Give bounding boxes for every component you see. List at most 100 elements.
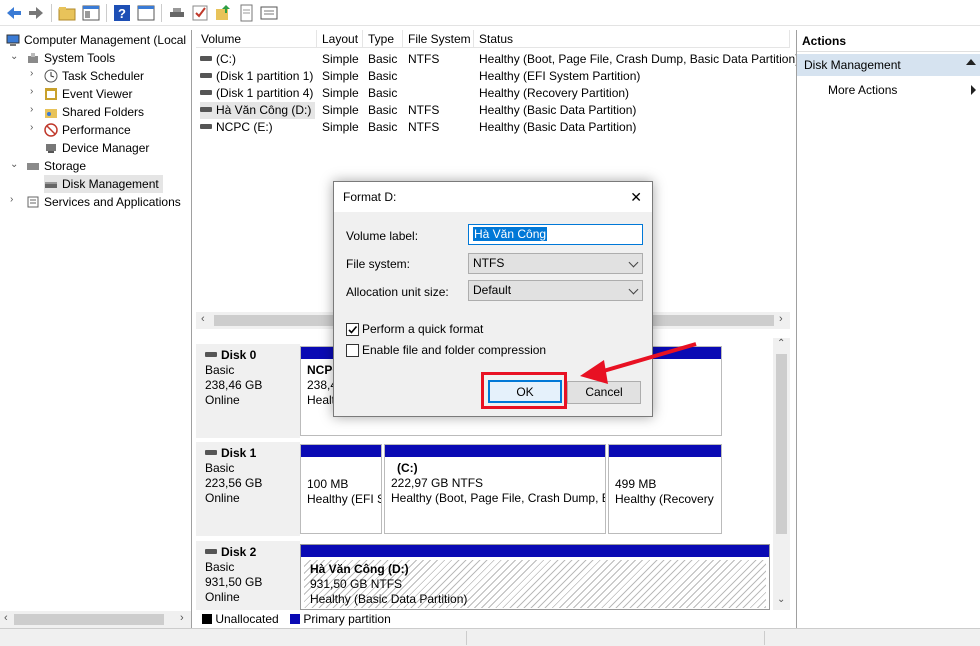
collapse-chevron-icon[interactable]: › xyxy=(30,104,33,115)
table-cell: Simple xyxy=(322,69,359,83)
table-cell: Healthy (Basic Data Partition) xyxy=(479,120,637,134)
table-cell: NTFS xyxy=(408,120,440,134)
tree-item-task-scheduler[interactable]: Task Scheduler xyxy=(44,67,144,85)
legend: Unallocated Primary partition xyxy=(196,610,790,628)
tree-item-services-apps[interactable]: Services and Applications xyxy=(26,193,181,211)
expand-chevron-icon[interactable]: ⌄ xyxy=(10,159,18,170)
column-header-type[interactable]: Type xyxy=(363,30,403,48)
table-cell: Simple xyxy=(322,52,359,66)
partition-c[interactable]: (C:) 222,97 GB NTFS Healthy (Boot, Page … xyxy=(384,444,606,534)
dialog-titlebar: Format D: ✕ xyxy=(334,182,652,212)
table-cell: Simple xyxy=(322,103,359,117)
partition-d-selected[interactable]: Hà Văn Công (D:) 931,50 GB NTFS Healthy … xyxy=(300,544,770,610)
volume-label-input[interactable]: Hà Văn Công xyxy=(468,224,643,245)
properties-icon[interactable] xyxy=(136,3,156,23)
table-cell: Basic xyxy=(368,103,398,117)
column-header-file-system[interactable]: File System xyxy=(403,30,474,48)
ok-button[interactable]: OK xyxy=(488,380,562,403)
partition-status: Healthy (Basic Data Partition) xyxy=(310,592,468,606)
disk-0-label[interactable]: Disk 0 Basic 238,46 GB Online xyxy=(196,344,300,438)
disk-vscrollbar[interactable]: ⌃ ⌄ xyxy=(773,338,790,610)
disk-size: 931,50 GB xyxy=(205,575,263,589)
submenu-arrow-icon[interactable] xyxy=(971,85,976,95)
more-actions-link[interactable]: More Actions xyxy=(828,83,897,97)
chevron-down-icon xyxy=(628,284,639,295)
drive-icon xyxy=(200,90,212,95)
scroll-up-icon[interactable]: ⌃ xyxy=(777,338,785,349)
checkbox-checked[interactable] xyxy=(346,323,359,336)
partition-size: 100 MB xyxy=(307,477,349,491)
view-icon[interactable] xyxy=(259,3,279,23)
scroll-thumb[interactable] xyxy=(14,614,164,625)
table-cell: NTFS xyxy=(408,103,440,117)
scroll-down-icon[interactable]: ⌄ xyxy=(777,594,785,605)
tree-item-system-tools[interactable]: System Tools xyxy=(26,49,115,67)
table-row-volume[interactable]: (Disk 1 partition 4) xyxy=(200,85,313,102)
allocation-unit-label: Allocation unit size: xyxy=(346,285,449,299)
disk-2-label[interactable]: Disk 2 Basic 931,50 GB Online xyxy=(196,541,300,610)
compression-checkbox[interactable]: Enable file and folder compression xyxy=(346,343,546,357)
actions-header: Actions xyxy=(797,30,980,52)
connect-drive-icon[interactable] xyxy=(167,3,187,23)
forward-arrow-icon[interactable] xyxy=(26,3,46,23)
tree-item-event-viewer[interactable]: Event Viewer xyxy=(44,85,132,103)
collapse-up-icon[interactable] xyxy=(966,59,976,65)
scroll-left-icon[interactable]: ‹ xyxy=(201,313,205,325)
partition-efi[interactable]: 100 MB Healthy (EFI S xyxy=(300,444,382,534)
partition-status: Healthy (Boot, Page File, Crash Dump, E xyxy=(391,491,605,505)
help-icon[interactable]: ? xyxy=(112,3,132,23)
table-cell: NTFS xyxy=(408,52,440,66)
computer-icon xyxy=(6,33,20,47)
tree-item-disk-management[interactable]: Disk Management xyxy=(44,175,163,193)
collapse-chevron-icon[interactable]: › xyxy=(30,122,33,133)
console-tree-icon[interactable] xyxy=(81,3,101,23)
tree-item-storage[interactable]: Storage xyxy=(26,157,86,175)
disk-state: Online xyxy=(205,393,240,407)
column-header-volume[interactable]: Volume xyxy=(196,30,317,48)
tree-item-performance[interactable]: Performance xyxy=(44,121,131,139)
back-arrow-icon[interactable] xyxy=(4,3,24,23)
column-header-layout[interactable]: Layout xyxy=(317,30,363,48)
scroll-thumb[interactable] xyxy=(776,354,787,534)
table-row-volume[interactable]: NCPC (E:) xyxy=(200,119,273,136)
clock-icon xyxy=(44,69,58,83)
tree-item-shared-folders[interactable]: Shared Folders xyxy=(44,103,144,121)
scroll-right-icon[interactable]: › xyxy=(779,313,783,325)
check-icon[interactable] xyxy=(190,3,210,23)
disk-1-label[interactable]: Disk 1 Basic 223,56 GB Online xyxy=(196,442,300,536)
partition-recovery[interactable]: 499 MB Healthy (Recovery xyxy=(608,444,722,534)
dialog-title: Format D: xyxy=(343,190,397,204)
chevron-down-icon xyxy=(628,257,639,268)
tree-hscrollbar[interactable]: ‹ › xyxy=(0,611,191,628)
disk-icon xyxy=(205,450,217,455)
close-icon[interactable]: ✕ xyxy=(630,182,642,212)
file-system-select[interactable]: NTFS xyxy=(468,253,643,274)
expand-chevron-icon[interactable]: ⌄ xyxy=(10,51,18,62)
quick-format-checkbox[interactable]: Perform a quick format xyxy=(346,322,483,336)
disk-icon xyxy=(205,549,217,554)
table-row-volume[interactable]: (C:) xyxy=(200,51,236,68)
document-icon[interactable] xyxy=(236,3,256,23)
tree-root[interactable]: Computer Management (Local xyxy=(6,31,186,49)
actions-section-disk-management[interactable]: Disk Management xyxy=(797,54,980,76)
collapse-chevron-icon[interactable]: › xyxy=(30,86,33,97)
export-icon[interactable] xyxy=(213,3,233,23)
collapse-chevron-icon[interactable]: › xyxy=(10,194,13,205)
unallocated-swatch xyxy=(202,614,212,624)
allocation-unit-select[interactable]: Default xyxy=(468,280,643,301)
table-row-volume-selected[interactable]: Hà Văn Công (D:) xyxy=(200,102,316,119)
table-cell: Basic xyxy=(368,120,398,134)
table-cell: Basic xyxy=(368,52,398,66)
up-folder-icon[interactable] xyxy=(57,3,77,23)
checkbox-unchecked[interactable] xyxy=(346,344,359,357)
actions-pane: Actions Disk Management More Actions xyxy=(796,30,980,628)
disk-state: Online xyxy=(205,590,240,604)
collapse-chevron-icon[interactable]: › xyxy=(30,68,33,79)
column-header-status[interactable]: Status xyxy=(474,30,790,48)
disk-size: 223,56 GB xyxy=(205,476,263,490)
table-row-volume[interactable]: (Disk 1 partition 1) xyxy=(200,68,313,85)
table-cell: Simple xyxy=(322,86,359,100)
tree-item-device-manager[interactable]: Device Manager xyxy=(44,139,149,157)
partition-size: 931,50 GB NTFS xyxy=(310,577,403,591)
shared-folder-icon xyxy=(44,105,58,119)
